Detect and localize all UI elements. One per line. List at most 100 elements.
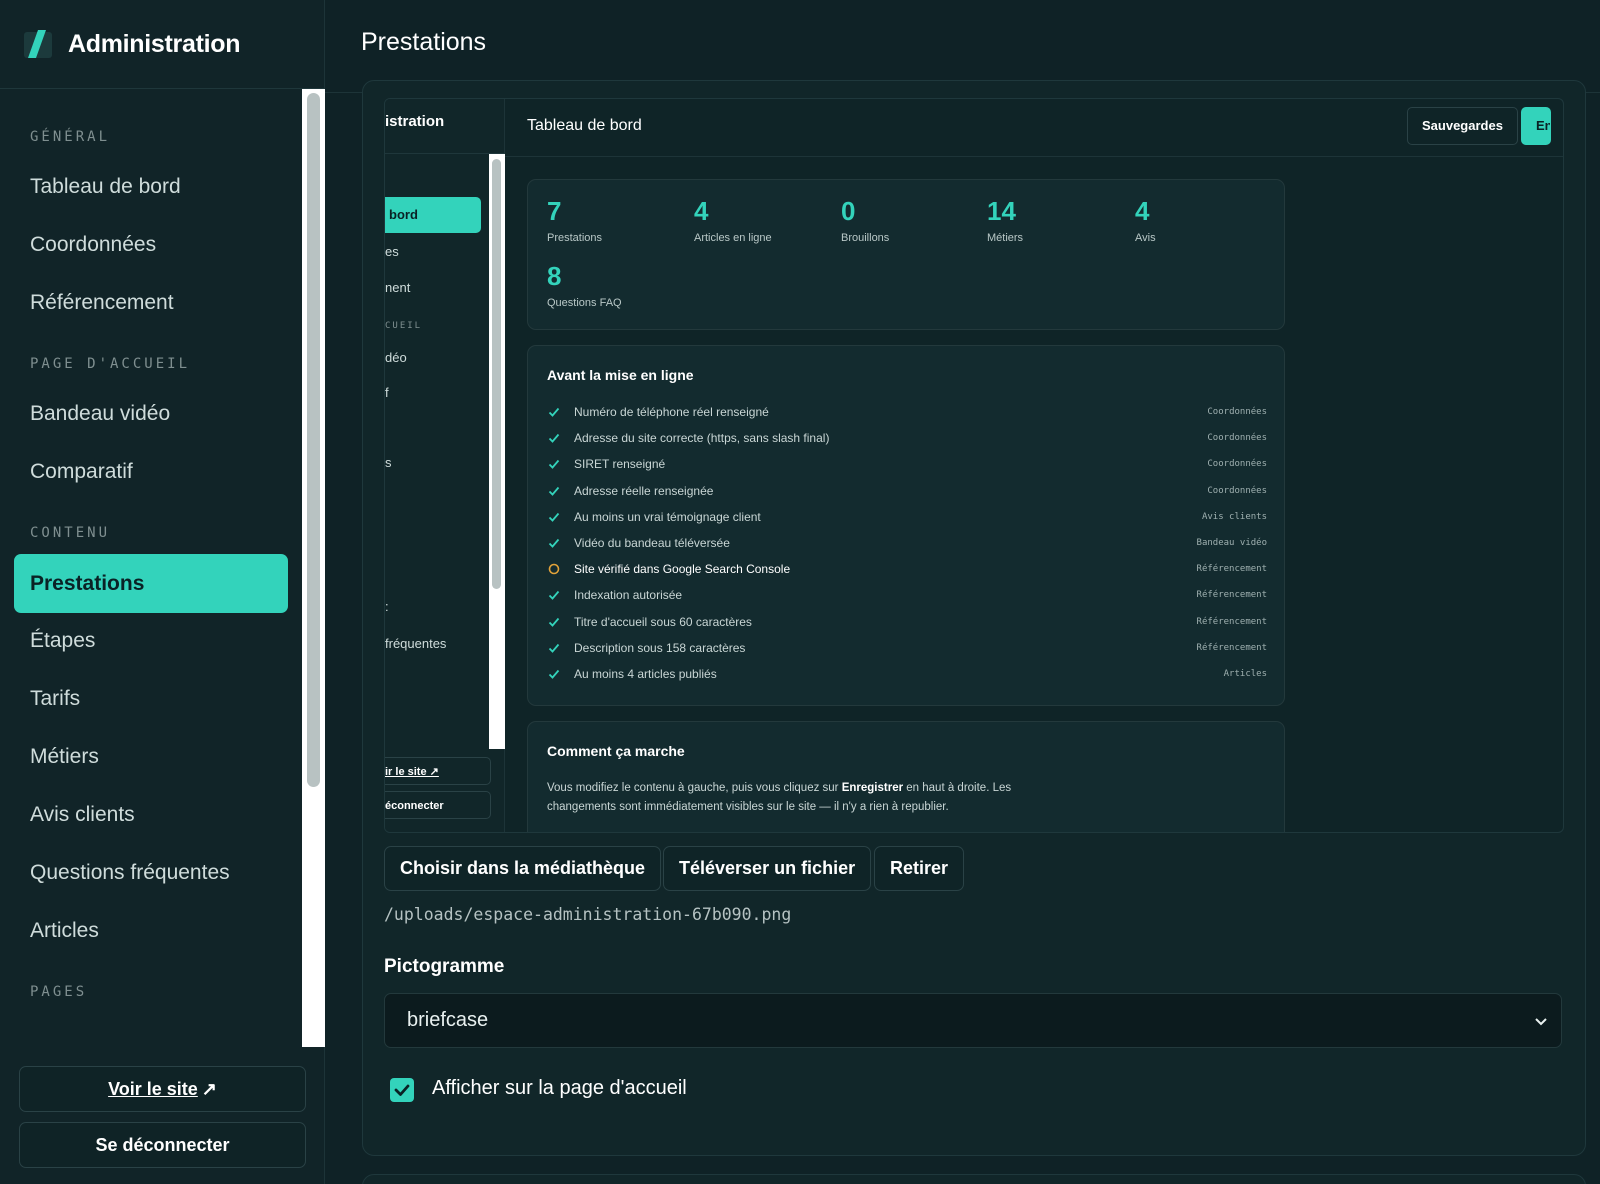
pictogram-value: briefcase: [407, 1009, 489, 1031]
checklist-tag: Référencement: [1196, 564, 1267, 575]
checklist-tag: Référencement: [1196, 590, 1267, 601]
logo-slash-icon: [24, 28, 52, 60]
preview-scrollbar-thumb: [492, 159, 501, 589]
stat-label: Articles en ligne: [694, 232, 772, 244]
preview-nav-active: bord: [385, 197, 481, 233]
app-title: Administration: [68, 29, 241, 58]
sidebar-nav: GÉNÉRAL Tableau de bord Coordonnées Réfé…: [0, 89, 302, 1047]
stat-label: Avis: [1135, 232, 1156, 244]
checklist-row: Au moins un vrai témoignage client Avis c…: [547, 508, 1267, 528]
stat-value: 4: [1135, 196, 1150, 226]
sidebar-item-articles[interactable]: Articles: [14, 901, 288, 960]
preview-backups-button: Sauvegardes: [1407, 107, 1518, 145]
sidebar-item-reviews[interactable]: Avis clients: [14, 785, 288, 844]
preview-header: Tableau de bord Sauvegardes En: [505, 99, 1563, 157]
checklist-row: Vidéo du bandeau téléversée Bandeau vidéo: [547, 534, 1267, 554]
checklist-row: Au moins 4 articles publiés Articles: [547, 665, 1267, 685]
stat-reviews: 4 Avis: [1135, 196, 1156, 244]
howto-title: Comment ça marche: [547, 743, 685, 759]
sidebar-item-contact[interactable]: Coordonnées: [14, 215, 288, 274]
preview-nav-item: f: [385, 385, 389, 400]
nav-section-general: GÉNÉRAL: [30, 129, 111, 145]
checklist-row: Adresse réelle renseignée Coordonnées: [547, 482, 1267, 502]
sidebar-item-faq[interactable]: Questions fréquentes: [14, 843, 288, 902]
checklist-text: Indexation autorisée: [574, 588, 683, 603]
view-site-button[interactable]: Voir le site ↗: [19, 1066, 306, 1112]
check-icon: [548, 669, 560, 679]
stat-articles: 4 Articles en ligne: [694, 196, 772, 244]
stat-value: 0: [841, 196, 856, 226]
checklist-tag: Référencement: [1196, 616, 1267, 627]
checklist-row: Description sous 158 caractères Référence…: [547, 639, 1267, 659]
stat-label: Questions FAQ: [547, 297, 622, 309]
sidebar-item-pricing[interactable]: Tarifs: [14, 669, 288, 728]
stat-value: 8: [547, 261, 562, 291]
checklist-text: Adresse du site correcte (https, sans sl…: [574, 431, 830, 446]
logout-button[interactable]: Se déconnecter: [19, 1122, 306, 1168]
nav-section-content: CONTENU: [30, 525, 111, 541]
sidebar-item-dashboard[interactable]: Tableau de bord: [14, 157, 288, 216]
checklist-text: Description sous 158 caractères: [574, 640, 746, 655]
checklist-text: Au moins un vrai témoignage client: [574, 509, 761, 524]
stat-drafts: 0 Brouillons: [841, 196, 889, 244]
check-icon: [548, 591, 560, 601]
checklist-row: SIRET renseigné Coordonnées: [547, 455, 1267, 475]
sidebar-scrollbar-thumb[interactable]: [307, 93, 320, 787]
preview-view-site-button: ir le site ↗: [385, 757, 491, 785]
check-icon: [548, 434, 560, 444]
preview-brand: istration: [385, 113, 445, 130]
stat-services: 7 Prestations: [547, 196, 602, 244]
stat-label: Brouillons: [841, 232, 890, 244]
stat-value: 14: [987, 196, 1016, 226]
sidebar: Administration GÉNÉRAL Tableau de bord C…: [0, 0, 325, 1184]
checklist-tag: Coordonnées: [1207, 485, 1267, 496]
preview-logout-button: éconnecter: [385, 791, 491, 819]
checklist-row: Site vérifié dans Google Search Console R…: [547, 560, 1267, 580]
check-icon: [548, 460, 560, 470]
pending-circle-icon: [548, 563, 560, 575]
sidebar-item-seo[interactable]: Référencement: [14, 273, 288, 332]
choose-media-button[interactable]: Choisir dans la médiathèque: [384, 846, 662, 891]
checklist-tag: Avis clients: [1201, 511, 1267, 522]
stat-value: 7: [547, 196, 562, 226]
checklist-title: Avant la mise en ligne: [547, 367, 694, 383]
preview-nav-item: es: [385, 244, 399, 259]
stat-faq: 8 Questions FAQ: [547, 261, 622, 309]
external-link-icon: ↗: [201, 1078, 217, 1099]
checklist-tag: Coordonnées: [1207, 459, 1267, 470]
sidebar-item-trades[interactable]: Métiers: [14, 727, 288, 786]
checklist-text: SIRET renseigné: [574, 457, 666, 472]
view-site-label: Voir le site: [108, 1078, 198, 1099]
sidebar-item-video-banner[interactable]: Bandeau vidéo: [14, 384, 288, 443]
remove-image-button[interactable]: Retirer: [874, 846, 965, 891]
checklist-text: Au moins 4 articles publiés: [574, 667, 717, 681]
chevron-down-icon: [1535, 1018, 1547, 1026]
preview-nav-section: CUEIL: [385, 321, 423, 331]
stat-value: 4: [694, 196, 709, 226]
sidebar-item-steps[interactable]: Étapes: [14, 611, 288, 670]
preview-howto-panel: Comment ça marche Vous modifiez le conte…: [527, 721, 1285, 832]
preview-nav-item: s: [385, 455, 392, 470]
checklist-text: Titre d'accueil sous 60 caractères: [574, 614, 752, 629]
page-title: Prestations: [361, 28, 487, 56]
howto-text-part: Vous modifiez le contenu à gauche, puis …: [547, 782, 842, 794]
howto-text: Vous modifiez le contenu à gauche, puis …: [547, 779, 1067, 817]
check-icon: [548, 407, 560, 417]
sidebar-item-comparison[interactable]: Comparatif: [14, 442, 288, 501]
next-card: [362, 1174, 1586, 1184]
upload-file-button[interactable]: Téléverser un fichier: [663, 846, 872, 891]
checklist-row: Numéro de téléphone réel renseigné Coordo…: [547, 403, 1267, 423]
pictogram-select[interactable]: briefcase: [384, 993, 1562, 1048]
brand: Administration: [0, 0, 324, 89]
preview-nav-item: déo: [385, 350, 407, 365]
check-icon: [548, 643, 560, 653]
preview-checklist-panel: Avant la mise en ligne Numéro de télépho…: [527, 345, 1285, 706]
check-icon: [548, 617, 560, 627]
checklist-tag: Bandeau vidéo: [1196, 538, 1267, 548]
pictogram-label: Pictogramme: [384, 956, 505, 977]
checkbox-checked-icon[interactable]: [390, 1078, 414, 1102]
checklist-text: Vidéo du bandeau téléversée: [574, 536, 730, 550]
checklist-tag: Articles: [1223, 669, 1267, 679]
sidebar-item-services[interactable]: Prestations: [14, 554, 288, 613]
preview-nav-item: :: [385, 599, 389, 614]
